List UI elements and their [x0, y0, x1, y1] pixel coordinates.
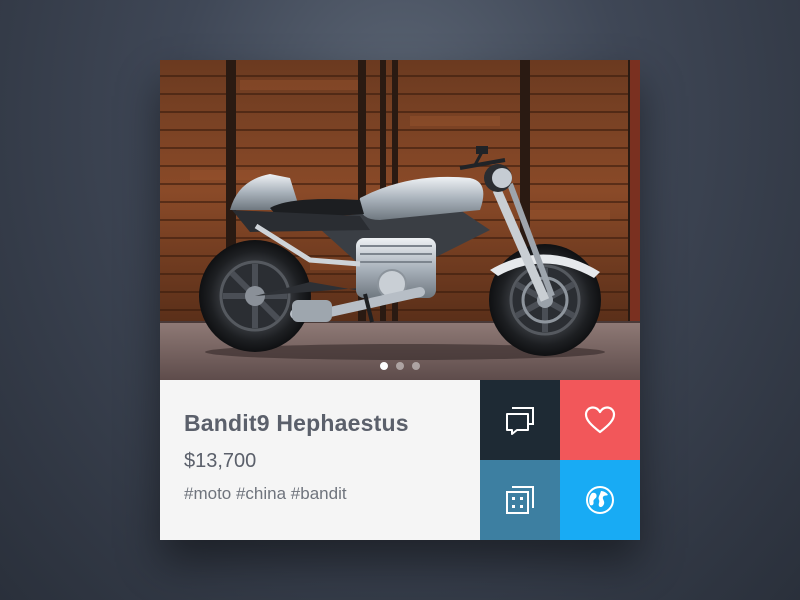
product-photo[interactable]	[160, 60, 640, 380]
product-price: $13,700	[184, 450, 257, 472]
gallery-button[interactable]	[480, 460, 560, 540]
product-tags[interactable]: #moto #china #bandit	[184, 484, 347, 504]
comments-button[interactable]	[480, 380, 560, 460]
product-title: Bandit9 Hephaestus	[184, 410, 409, 436]
motorcycle-photo	[160, 60, 640, 380]
product-card: Bandit9 Hephaestus $13,700 #moto #china …	[160, 60, 640, 540]
globe-icon	[586, 486, 614, 514]
carousel-dots	[160, 362, 640, 370]
like-button[interactable]	[560, 380, 640, 460]
gallery-icon	[506, 486, 534, 514]
carousel-dot-2[interactable]	[396, 362, 404, 370]
comments-icon	[506, 407, 534, 435]
carousel-dot-1[interactable]	[380, 362, 388, 370]
heart-icon	[584, 406, 616, 434]
globe-button[interactable]	[560, 460, 640, 540]
product-info: Bandit9 Hephaestus $13,700 #moto #china …	[160, 380, 480, 540]
carousel-dot-3[interactable]	[412, 362, 420, 370]
